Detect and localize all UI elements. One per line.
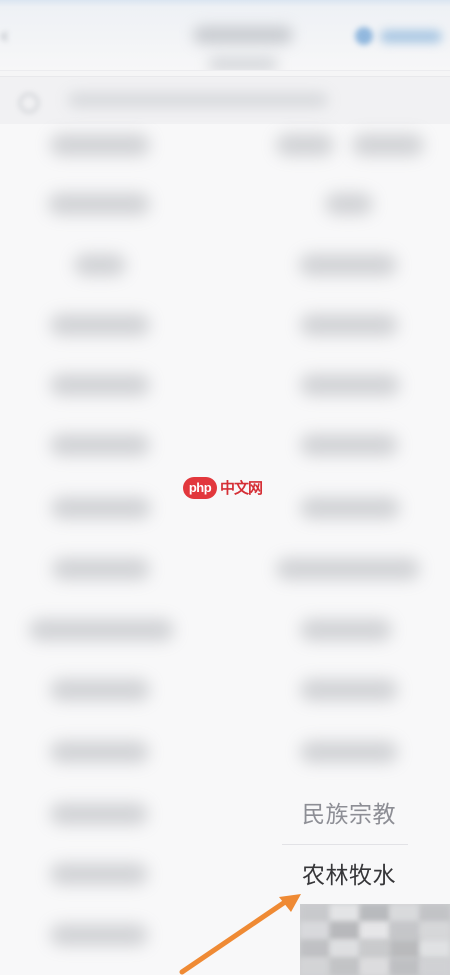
- mobile-screen: ‹ php 中文网 民族宗教 农林牧水: [0, 0, 450, 975]
- category-blur-1[interactable]: [50, 134, 150, 156]
- category-blur-6[interactable]: [74, 254, 126, 276]
- blurred-subtitle-text: [208, 57, 278, 70]
- thumbnail-tile: [390, 958, 420, 975]
- search-bar[interactable]: [0, 76, 450, 126]
- php-chinese-watermark: php 中文网: [183, 477, 269, 501]
- app-header: ‹: [0, 0, 450, 71]
- blurred-title-text: [193, 26, 293, 44]
- category-blur-15[interactable]: [300, 497, 400, 519]
- blurred-action-label: [380, 30, 442, 43]
- thumbnail-tile: [390, 940, 420, 958]
- category-blur-24[interactable]: [50, 803, 148, 825]
- thumbnail-tile: [300, 904, 330, 922]
- back-arrow-icon[interactable]: ‹: [0, 26, 12, 48]
- thumbnail-tile: [330, 958, 360, 975]
- category-agriculture-water[interactable]: 农林牧水: [302, 861, 396, 891]
- category-blur-9[interactable]: [300, 314, 398, 336]
- category-blur-17[interactable]: [276, 558, 420, 580]
- category-blur-7[interactable]: [299, 254, 397, 276]
- thumbnail-tile: [420, 922, 450, 940]
- category-blur-5[interactable]: [325, 193, 373, 215]
- menu-divider: [282, 844, 408, 845]
- category-blur-12[interactable]: [50, 434, 150, 456]
- category-blur-14[interactable]: [51, 497, 151, 519]
- category-blur-26[interactable]: [50, 924, 148, 946]
- blurred-thumbnail: [300, 904, 450, 975]
- top-right-action[interactable]: [350, 23, 450, 51]
- thumbnail-tile: [360, 904, 390, 922]
- blurred-search-placeholder: [68, 93, 328, 107]
- category-blur-18[interactable]: [29, 619, 174, 641]
- thumbnail-tile: [420, 958, 450, 975]
- category-blur-3[interactable]: [352, 134, 424, 156]
- thumbnail-tile: [330, 922, 360, 940]
- php-logo-icon: php: [183, 477, 217, 499]
- thumbnail-tile: [420, 940, 450, 958]
- thumbnail-tile: [330, 904, 360, 922]
- thumbnail-tile: [390, 904, 420, 922]
- category-blur-10[interactable]: [50, 374, 150, 396]
- blurred-category-list: [0, 124, 450, 975]
- location-icon: [355, 27, 373, 45]
- category-blur-20[interactable]: [50, 679, 150, 701]
- category-blur-13[interactable]: [300, 434, 398, 456]
- thumbnail-tile: [360, 922, 390, 940]
- watermark-site-text: 中文网: [220, 479, 263, 497]
- category-blur-16[interactable]: [52, 558, 150, 580]
- category-blur-23[interactable]: [300, 741, 398, 763]
- thumbnail-tile: [360, 958, 390, 975]
- category-blur-2[interactable]: [276, 134, 334, 156]
- thumbnail-tile: [300, 958, 330, 975]
- thumbnail-tile: [420, 904, 450, 922]
- category-blur-19[interactable]: [300, 619, 392, 641]
- thumbnail-tile: [360, 940, 390, 958]
- category-ethnic-religion[interactable]: 民族宗教: [302, 800, 396, 830]
- category-blur-25[interactable]: [50, 863, 148, 885]
- search-icon: [19, 93, 39, 113]
- category-blur-11[interactable]: [300, 374, 400, 396]
- category-blur-22[interactable]: [50, 741, 149, 763]
- thumbnail-tile: [330, 940, 360, 958]
- category-blur-4[interactable]: [48, 193, 150, 215]
- thumbnail-tile: [300, 940, 330, 958]
- thumbnail-tile: [300, 922, 330, 940]
- thumbnail-tile: [390, 922, 420, 940]
- category-blur-21[interactable]: [300, 679, 398, 701]
- category-blur-8[interactable]: [50, 314, 150, 336]
